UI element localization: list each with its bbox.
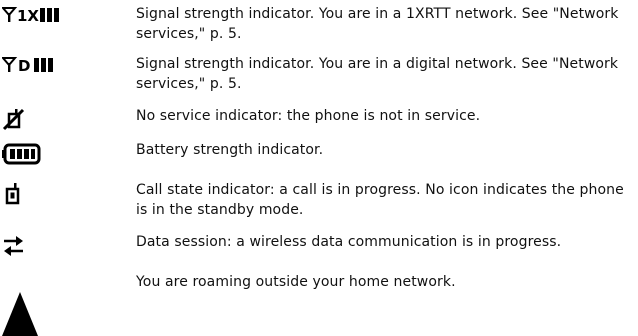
- indicator-row: Call state indicator: a call is in progr…: [0, 180, 638, 224]
- indicator-description: Data session: a wireless data communicat…: [136, 234, 562, 250]
- call-state-icon: [2, 180, 112, 210]
- indicator-row: Battery strength indicator.: [0, 140, 638, 170]
- indicator-description: Battery strength indicator.: [136, 142, 324, 158]
- indicator-row: D Signal strength indicator. You are in …: [0, 54, 638, 98]
- indicator-row: You are roaming outside your home networ…: [0, 272, 638, 336]
- battery-icon: [2, 140, 112, 170]
- signal-digital-icon: D: [2, 54, 112, 84]
- signal-network-label: D: [18, 57, 30, 75]
- indicator-description: You are roaming outside your home networ…: [136, 274, 456, 290]
- indicator-description: No service indicator: the phone is not i…: [136, 108, 481, 124]
- indicator-row: Data session: a wireless data communicat…: [0, 232, 638, 262]
- indicator-description: Call state indicator: a call is in progr…: [136, 182, 624, 218]
- signal-1xrtt-icon: 1X: [2, 4, 112, 34]
- data-session-icon: [2, 232, 112, 262]
- indicator-row: No service indicator: the phone is not i…: [0, 106, 638, 136]
- no-service-icon: [2, 106, 112, 136]
- signal-network-label: 1X: [17, 7, 39, 25]
- indicator-row: 1X Signal strength indicator. You are in…: [0, 4, 638, 48]
- indicator-description: Signal strength indicator. You are in a …: [136, 56, 619, 92]
- indicator-description: Signal strength indicator. You are in a …: [136, 6, 619, 42]
- roaming-icon: [2, 290, 112, 336]
